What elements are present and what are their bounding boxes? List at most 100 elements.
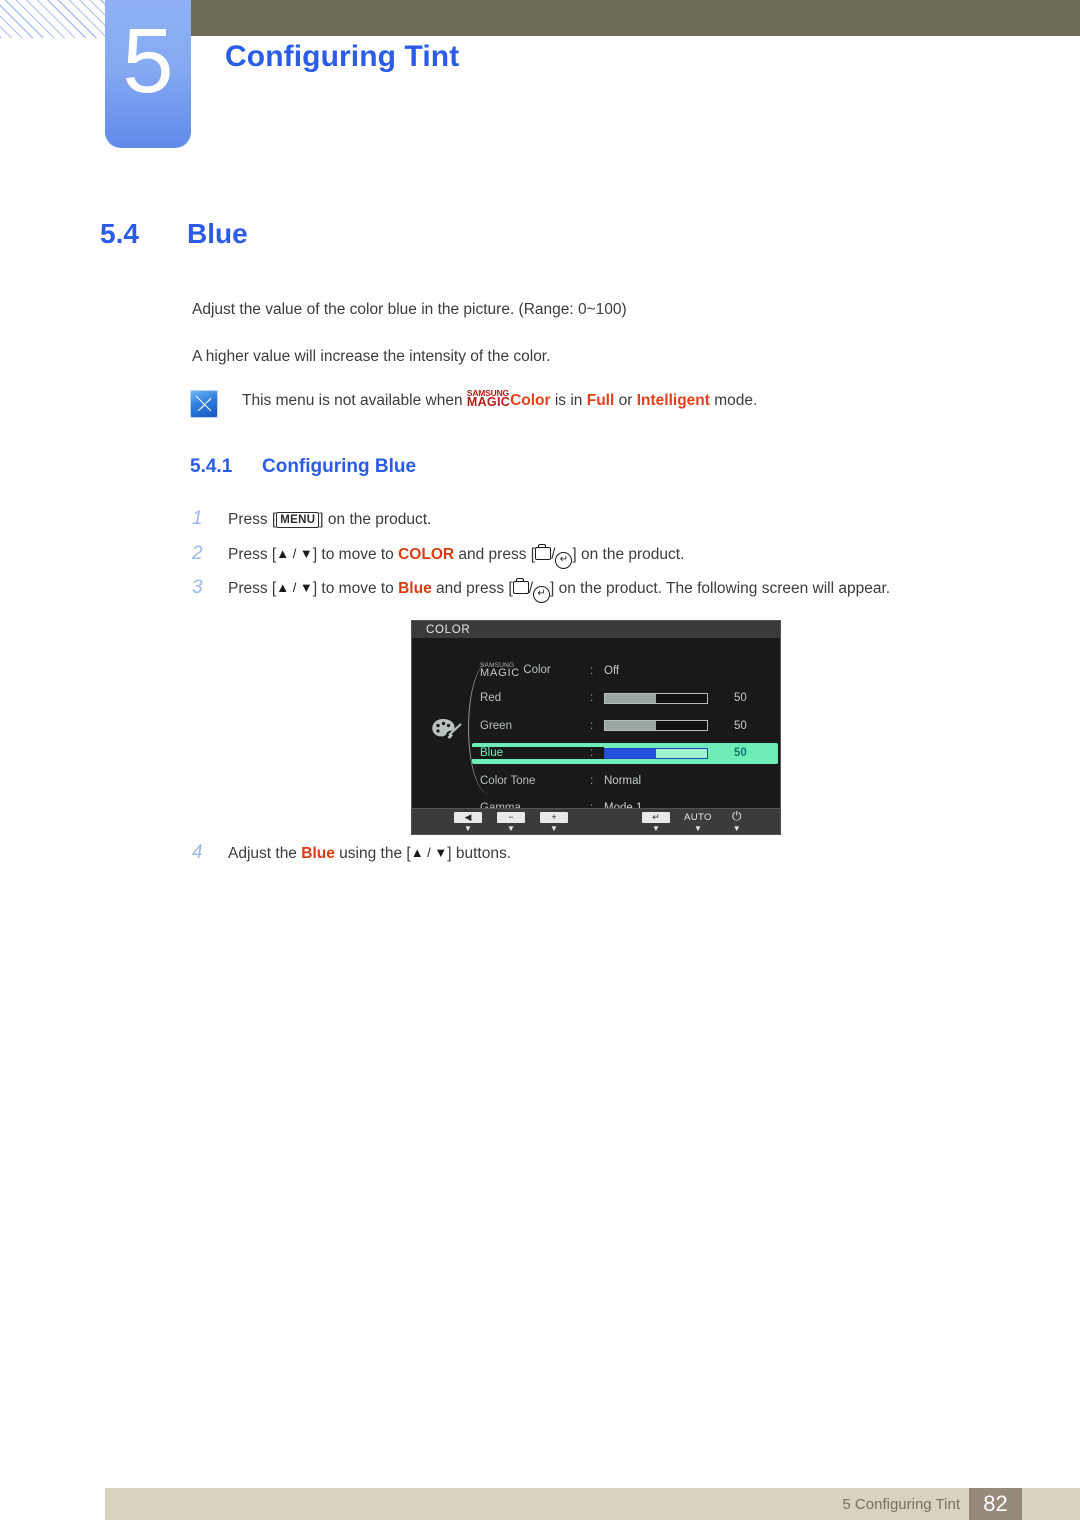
note-text-before: This menu is not available when — [242, 392, 463, 410]
note-magic-color-word: Color — [510, 392, 551, 410]
magic-logo-osd: SAMSUNG MAGIC — [480, 662, 521, 679]
osd-row-blue-selected[interactable]: Blue : 50 — [472, 742, 778, 764]
step-3-post: ] on the product. The following screen w… — [550, 580, 891, 597]
step-3-mid1: ] to move to — [312, 580, 394, 597]
section-heading: 5.4 Blue — [100, 218, 248, 250]
paragraph-range: Adjust the value of the color blue in th… — [192, 301, 627, 318]
decorative-hatch-pattern — [0, 0, 105, 38]
osd-colon: : — [590, 664, 594, 677]
osd-label-red: Red — [480, 692, 502, 704]
enter-key-icon: ↵ — [533, 586, 551, 603]
chevron-down-icon: ▼ — [550, 824, 558, 833]
auto-label: AUTO — [684, 812, 712, 823]
enter-icon: ↵ — [642, 812, 670, 823]
chevron-down-icon: ▼ — [732, 824, 741, 833]
step-3-mid2: and press [ — [436, 580, 513, 597]
step-1: 1 Press [MENU] on the product. — [192, 506, 431, 533]
step-3-text: Press [▲ / ▼] to move to Blue and press … — [228, 578, 891, 603]
osd-back-button[interactable]: ◀ ▼ — [454, 811, 482, 833]
note-text-or: or — [618, 392, 633, 410]
osd-row-red[interactable]: Red : 50 — [472, 688, 778, 709]
osd-auto-button[interactable]: AUTO ▼ — [684, 811, 712, 833]
osd-enter-button[interactable]: ↵ ▼ — [642, 811, 670, 833]
osd-slider-red[interactable] — [604, 692, 708, 704]
power-icon: ⏻ — [732, 809, 742, 823]
step-1-pre: Press [ — [228, 511, 277, 528]
up-down-arrow-icon: ▲ / ▼ — [410, 845, 448, 860]
note-highlight-intelligent: Intelligent — [636, 392, 710, 410]
osd-rows: SAMSUNG MAGIC Color : Off Red : 50 Green … — [472, 660, 778, 825]
osd-slider-green[interactable] — [604, 720, 708, 731]
palette-icon — [432, 719, 462, 739]
step-4-post: ] buttons. — [447, 845, 512, 862]
chevron-down-icon: ▼ — [693, 824, 702, 833]
step-2-post: ] on the product. — [572, 546, 685, 563]
osd-label-color-tone: Color Tone — [480, 774, 536, 787]
note-text: This menu is not available when SAMSUNG M… — [242, 389, 757, 413]
source-folder-icon — [535, 544, 552, 560]
step-2-target-color: COLOR — [398, 546, 455, 563]
osd-power-button[interactable]: ⏻ ▼ — [732, 809, 742, 833]
footer-chapter-label: 5 Configuring Tint — [842, 1496, 960, 1513]
subsection-heading: 5.4.1 Configuring Blue — [190, 456, 416, 478]
osd-row-green[interactable]: Green : 50 — [472, 715, 778, 736]
note-block: This menu is not available when SAMSUNG M… — [190, 389, 757, 418]
chapter-title: Configuring Tint — [225, 40, 460, 73]
subsection-number: 5.4.1 — [190, 456, 233, 477]
step-2-mid2: and press [ — [458, 546, 536, 563]
note-text-after: mode. — [714, 392, 758, 410]
osd-label-blue: Blue — [472, 747, 590, 759]
osd-value-red: 50 — [734, 692, 747, 704]
osd-colon: : — [590, 719, 594, 732]
osd-minus-button[interactable]: − ▼ — [497, 811, 525, 833]
osd-slider-blue[interactable] — [604, 747, 708, 759]
step-1-post: ] on the product. — [319, 511, 432, 528]
osd-label-green: Green — [480, 719, 512, 732]
up-down-arrow-icon: ▲ / ▼ — [276, 580, 313, 595]
minus-icon: − — [497, 812, 525, 823]
samsung-magic-logo: SAMSUNG MAGIC — [466, 389, 511, 410]
osd-value-blue: 50 — [734, 747, 747, 759]
step-4-pre: Adjust the — [228, 845, 297, 862]
up-down-arrow-icon: ▲ / ▼ — [276, 546, 313, 561]
step-3: 3 Press [▲ / ▼] to move to Blue and pres… — [192, 575, 891, 603]
note-text-middle: is in — [554, 392, 583, 410]
magic-magic-label: MAGIC — [466, 395, 511, 410]
step-1-text: Press [MENU] on the product. — [228, 509, 431, 531]
plus-icon: + — [540, 812, 568, 823]
osd-title-bar: COLOR — [412, 621, 780, 638]
osd-value-color-tone: Normal — [604, 774, 642, 787]
menu-key: MENU — [276, 512, 320, 529]
osd-label-magic-color: SAMSUNG MAGIC Color — [472, 662, 590, 679]
osd-menu-screenshot: COLOR SAMSUNGMAGIC Color : Off Red : 50 — [411, 620, 781, 835]
chevron-down-icon: ▼ — [652, 824, 660, 833]
step-1-number: 1 — [192, 508, 203, 529]
back-arrow-icon: ◀ — [454, 812, 482, 823]
chevron-down-icon: ▼ — [464, 824, 472, 833]
step-3-target-blue: Blue — [398, 580, 432, 597]
osd-value-magic-color: Off — [604, 664, 620, 677]
step-2-text: Press [▲ / ▼] to move to COLOR and press… — [228, 544, 685, 569]
paragraph-intensity: A higher value will increase the intensi… — [192, 348, 551, 365]
note-highlight-full: Full — [586, 392, 615, 410]
step-2: 2 Press [▲ / ▼] to move to COLOR and pre… — [192, 541, 685, 569]
subsection-title: Configuring Blue — [262, 456, 417, 477]
osd-row-color-tone[interactable]: Color Tone : Normal — [472, 770, 778, 791]
step-4-target-blue: Blue — [301, 845, 335, 862]
step-3-number: 3 — [192, 577, 203, 598]
magic-magic: MAGIC — [480, 666, 521, 679]
osd-plus-button[interactable]: + ▼ — [540, 811, 568, 833]
osd-body: SAMSUNG MAGIC Color : Off Red : 50 Green … — [412, 638, 780, 814]
section-title: Blue — [187, 218, 248, 249]
enter-key-icon: ↵ — [555, 552, 573, 569]
osd-value-green: 50 — [734, 719, 747, 732]
step-3-pre: Press [ — [228, 580, 277, 597]
step-2-number: 2 — [192, 543, 203, 564]
page-number-box: 82 — [969, 1488, 1022, 1520]
step-4-number: 4 — [192, 842, 203, 863]
chevron-down-icon: ▼ — [507, 824, 515, 833]
section-number: 5.4 — [100, 218, 139, 249]
magic-suffix: Color — [523, 664, 551, 677]
osd-row-magic-color[interactable]: SAMSUNG MAGIC Color : Off — [472, 660, 778, 681]
step-4-mid1: using the [ — [339, 845, 411, 862]
